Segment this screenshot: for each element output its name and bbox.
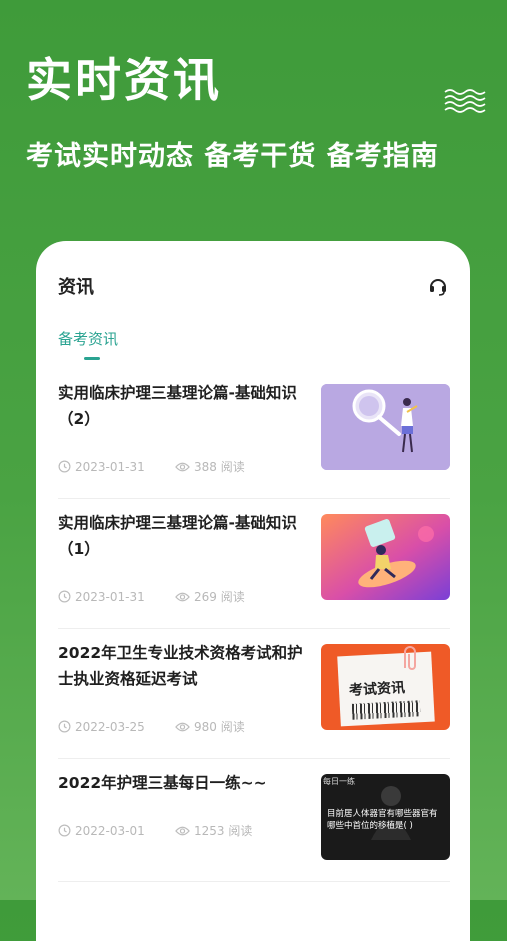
article-views: 388 阅读 — [194, 460, 245, 474]
article-meta: 2023-01-31 269 阅读 — [58, 588, 245, 605]
divider — [58, 628, 450, 629]
article-meta: 2022-03-01 1253 阅读 — [58, 822, 252, 839]
news-card: 资讯 备考资讯 实用临床护理三基理论篇-基础知识（2） 2023-01-31 3… — [36, 241, 470, 941]
list-item[interactable]: 2022年护理三基每日一练~~ 2022-03-01 1253 阅读 每日一练 … — [36, 774, 470, 884]
thumbnail-label: 考试资讯 — [348, 680, 406, 699]
article-date: 2023-01-31 — [75, 589, 145, 604]
divider — [58, 758, 450, 759]
article-thumbnail[interactable] — [321, 384, 450, 470]
article-title[interactable]: 2022年卫生专业技术资格考试和护士执业资格延迟考试 — [58, 640, 310, 692]
thumbnail-caption: 目前居人体器官有哪些器官有哪些中首位的移植是( ) — [327, 809, 438, 831]
article-thumbnail[interactable]: 考试资讯 — [321, 644, 450, 730]
clock-icon — [58, 590, 71, 603]
hero-title: 实时资讯 — [26, 53, 222, 107]
article-date: 2022-03-25 — [75, 719, 145, 734]
article-date: 2022-03-01 — [75, 823, 145, 838]
list-item[interactable]: 实用临床护理三基理论篇-基础知识（2） 2023-01-31 388 阅读 — [36, 384, 470, 494]
article-meta: 2023-01-31 388 阅读 — [58, 458, 245, 475]
wave-decoration-icon — [444, 89, 486, 113]
tab-indicator — [84, 357, 100, 360]
paperclip-icon — [404, 646, 416, 670]
article-title[interactable]: 实用临床护理三基理论篇-基础知识（2） — [58, 380, 310, 432]
eye-icon — [175, 826, 190, 835]
divider — [58, 881, 450, 882]
hero-subtitle: 考试实时动态 备考干货 备考指南 — [26, 141, 439, 172]
headset-icon[interactable] — [428, 276, 448, 296]
article-thumbnail[interactable]: 每日一练 目前居人体器官有哪些器官有哪些中首位的移植是( ) — [321, 774, 450, 860]
article-views: 269 阅读 — [194, 590, 245, 604]
card-title: 资讯 — [58, 277, 94, 298]
article-meta: 2022-03-25 980 阅读 — [58, 718, 245, 735]
clock-icon — [58, 460, 71, 473]
eye-icon — [175, 722, 190, 731]
article-title[interactable]: 实用临床护理三基理论篇-基础知识（1） — [58, 510, 310, 562]
thumbnail-tag: 每日一练 — [323, 777, 355, 786]
article-date: 2023-01-31 — [75, 459, 145, 474]
barcode-icon — [351, 700, 421, 720]
article-thumbnail[interactable] — [321, 514, 450, 600]
list-item[interactable]: 实用临床护理三基理论篇-基础知识（1） 2023-01-31 269 阅读 — [36, 514, 470, 624]
clock-icon — [58, 824, 71, 837]
tab-exam-news[interactable]: 备考资讯 — [58, 328, 118, 349]
divider — [58, 498, 450, 499]
eye-icon — [175, 462, 190, 471]
article-title[interactable]: 2022年护理三基每日一练~~ — [58, 770, 310, 796]
list-item[interactable]: 2022年卫生专业技术资格考试和护士执业资格延迟考试 2022-03-25 98… — [36, 644, 470, 754]
article-views: 1253 阅读 — [194, 824, 253, 838]
clock-icon — [58, 720, 71, 733]
article-views: 980 阅读 — [194, 720, 245, 734]
eye-icon — [175, 592, 190, 601]
